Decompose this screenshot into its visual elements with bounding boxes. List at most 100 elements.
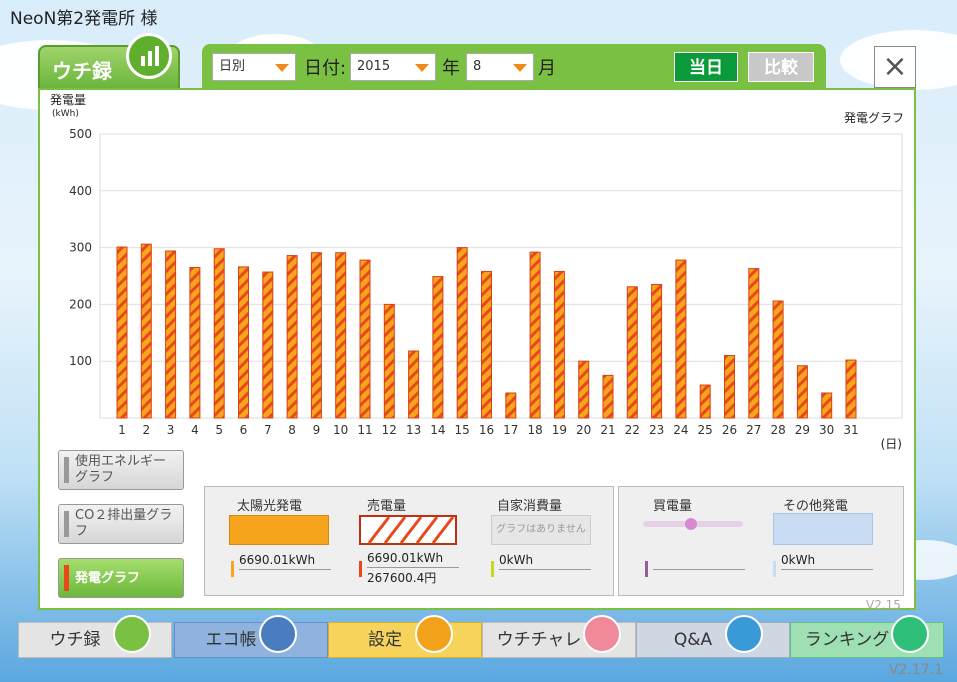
bar-chart-icon: [113, 615, 151, 653]
compare-button[interactable]: 比較: [748, 52, 814, 82]
bar-day-6[interactable]: [238, 266, 249, 419]
legend-other-swatch: [773, 513, 873, 545]
bar-day-22[interactable]: [626, 286, 638, 419]
x-tick-label: 22: [625, 423, 640, 437]
x-tick-label: 6: [240, 423, 248, 437]
date-label: 日付:: [304, 58, 347, 79]
bar-day-1[interactable]: [116, 246, 128, 419]
bar-day-29[interactable]: [796, 365, 808, 419]
crown-icon: [891, 615, 929, 653]
y-tick-label: 400: [69, 184, 92, 198]
mode-select[interactable]: 日別: [212, 53, 296, 81]
bar-chart-icon: [126, 33, 172, 79]
y-tick-label: 100: [69, 354, 92, 368]
version-label: V2.17.1: [888, 662, 943, 678]
legend-solar-swatch: [229, 515, 329, 545]
toolbar: 日別 日付: 2015 年 8 月 当日 比較: [202, 44, 826, 88]
question-icon: [725, 615, 763, 653]
bar-day-23[interactable]: [651, 284, 663, 419]
x-tick-label: 13: [406, 423, 421, 437]
legend-panel-2: 買電量 その他発電 0kWh: [618, 486, 904, 596]
today-button[interactable]: 当日: [674, 52, 738, 82]
bar-day-12[interactable]: [383, 303, 395, 419]
generation-graph-button[interactable]: 発電グラフ: [58, 558, 184, 598]
chart-title: 発電グラフ: [844, 111, 904, 125]
bar-day-15[interactable]: [456, 247, 468, 419]
bar-day-9[interactable]: [310, 252, 322, 419]
bar-day-26[interactable]: [724, 355, 735, 419]
bar-day-11[interactable]: [359, 259, 371, 419]
x-tick-label: 24: [673, 423, 688, 437]
legend-other-title: その他発電: [783, 499, 849, 514]
x-tick-label: 16: [479, 423, 494, 437]
month-select[interactable]: 8: [466, 53, 534, 81]
bar-day-10[interactable]: [335, 252, 347, 419]
x-tick-label: 12: [382, 423, 397, 437]
chevron-down-icon: [275, 64, 289, 72]
co2-graph-button[interactable]: CO２排出量グラフ: [58, 504, 184, 544]
bar-day-2[interactable]: [140, 243, 152, 419]
bar-day-24[interactable]: [675, 259, 687, 419]
legend-solar-title: 太陽光発電: [237, 499, 303, 514]
bar-day-31[interactable]: [845, 359, 857, 419]
bar-day-16[interactable]: [481, 270, 492, 419]
bar-day-30[interactable]: [821, 392, 833, 419]
year-label: 年: [442, 58, 460, 79]
nav-ecocho[interactable]: エコ帳: [174, 615, 328, 658]
x-tick-label: 27: [746, 423, 761, 437]
x-tick-label: 28: [770, 423, 785, 437]
bar-day-28[interactable]: [772, 300, 784, 419]
chevron-down-icon: [513, 64, 527, 72]
x-tick-label: 3: [167, 423, 175, 437]
x-tick-label: 31: [843, 423, 858, 437]
bar-day-25[interactable]: [699, 384, 711, 419]
x-tick-label: 20: [576, 423, 591, 437]
bar-day-20[interactable]: [578, 360, 590, 419]
bar-day-5[interactable]: [213, 248, 225, 419]
legend-sold-swatch: [359, 515, 457, 545]
legend-self-note: グラフはありません: [491, 515, 591, 545]
x-tick-label: 23: [649, 423, 664, 437]
x-tick-label: 26: [722, 423, 737, 437]
flag-icon: [583, 615, 621, 653]
legend-panel: 太陽光発電 6690.01kWh 売電量 6690.01kWh 267600.4…: [204, 486, 614, 596]
x-tick-label: 8: [288, 423, 296, 437]
legend-self-title: 自家消費量: [497, 499, 563, 514]
nav-settings[interactable]: 設定: [328, 615, 482, 658]
month-label: 月: [538, 58, 556, 79]
legend-sold-yen: 267600.4円: [367, 571, 437, 585]
bar-day-13[interactable]: [408, 350, 420, 419]
bar-day-18[interactable]: [529, 251, 541, 419]
nav-uchiroku[interactable]: ウチ録: [18, 615, 172, 658]
nav-qa[interactable]: Q&A: [636, 615, 790, 658]
bar-day-14[interactable]: [432, 276, 444, 419]
x-tick-label: 11: [357, 423, 372, 437]
tab-uchiroku[interactable]: ウチ録: [38, 33, 180, 89]
generation-chart: 1 2 3 4 5 6 7 8 9 10 11 12 13 14 15 16 17 18 19 20 21 22 23 24 2…: [50, 93, 904, 450]
bar-day-17[interactable]: [505, 392, 517, 419]
bar-day-4[interactable]: [189, 266, 201, 419]
x-tick-label: 14: [430, 423, 445, 437]
bar-day-21[interactable]: [602, 374, 614, 419]
y-axis-unit: (kWh): [52, 109, 79, 119]
main-panel: 1 2 3 4 5 6 7 8 9 10 11 12 13 14 15 16 17 18 19 20 21 22 23 24 2…: [38, 88, 916, 610]
nav-ranking[interactable]: ランキング: [790, 615, 944, 658]
year-select[interactable]: 2015: [350, 53, 436, 81]
x-tick-label: 9: [313, 423, 321, 437]
version-bg: V2.15: [866, 598, 901, 612]
x-tick-label: 17: [503, 423, 518, 437]
x-tick-label: 19: [552, 423, 567, 437]
close-button[interactable]: ×: [874, 46, 916, 88]
bar-day-3[interactable]: [165, 250, 177, 419]
bar-day-8[interactable]: [286, 255, 298, 419]
nav-challenge[interactable]: ウチチャレ: [482, 615, 636, 658]
bar-day-19[interactable]: [553, 270, 565, 419]
x-tick-label: 4: [191, 423, 199, 437]
wrench-icon: [415, 615, 453, 653]
x-tick-label: 30: [819, 423, 834, 437]
window-title: NeoN第2発電所 様: [10, 9, 158, 29]
energy-graph-button[interactable]: 使用エネルギーグラフ: [58, 450, 184, 490]
y-tick-label: 200: [69, 297, 92, 311]
bar-day-27[interactable]: [748, 268, 760, 419]
bar-day-7[interactable]: [262, 271, 274, 419]
